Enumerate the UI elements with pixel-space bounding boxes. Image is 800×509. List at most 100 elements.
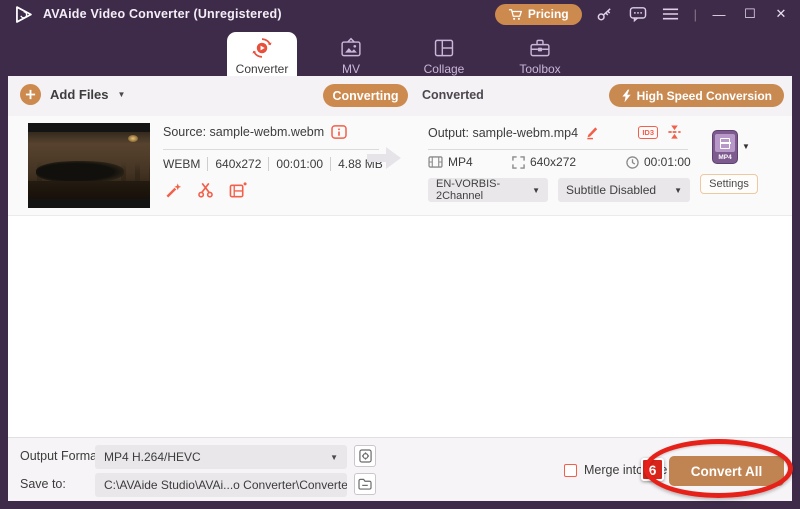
file-row: Source: sample-webm.webm WEBM 640x272 00… xyxy=(8,116,792,216)
gear-file-icon xyxy=(358,449,372,463)
save-to-dropdown[interactable]: C:\AVAide Studio\AVAi...o Converter\Conv… xyxy=(95,473,347,497)
convert-all-button[interactable]: Convert All xyxy=(669,456,784,486)
tab-toolbox[interactable]: Toolbox xyxy=(506,32,574,76)
titlebar-separator: | xyxy=(693,6,697,22)
source-metadata: WEBM 640x272 00:01:00 4.88 MB xyxy=(163,157,390,171)
compress-icon[interactable] xyxy=(667,124,682,140)
save-to-value: C:\AVAide Studio\AVAi...o Converter\Conv… xyxy=(104,478,347,492)
output-format-dropdown[interactable]: MP4 H.264/HEVC ▼ xyxy=(95,445,347,469)
rename-pencil-icon[interactable] xyxy=(585,125,600,140)
tab-collage[interactable]: Collage xyxy=(411,32,477,76)
folder-icon xyxy=(358,478,372,490)
cut-scissors-icon[interactable] xyxy=(197,182,214,199)
output-format-value: MP4 xyxy=(448,155,473,169)
app-window: AVAide Video Converter (Unregistered) Pr… xyxy=(0,0,800,509)
settings-label: Settings xyxy=(709,178,749,190)
converting-tab[interactable]: Converting xyxy=(323,84,408,107)
output-divider xyxy=(428,149,688,150)
pricing-button[interactable]: Pricing xyxy=(494,3,582,25)
output-resolution-value: 640x272 xyxy=(530,155,577,169)
output-duration-value: 00:01:00 xyxy=(644,155,691,169)
source-info: Source: sample-webm.webm WEBM 640x272 00… xyxy=(163,116,393,216)
menu-icon[interactable] xyxy=(661,4,681,24)
output-format-caret-icon: ▼ xyxy=(330,452,338,462)
converted-label: Converted xyxy=(422,88,484,102)
feedback-icon[interactable] xyxy=(628,4,648,24)
converter-toolbar: Add Files ▼ Converting Converted High Sp… xyxy=(8,76,792,116)
format-badge-label: MP4 xyxy=(718,154,732,161)
video-thumbnail xyxy=(28,123,150,208)
audio-track-dropdown[interactable]: EN-VORBIS-2Channel ▼ xyxy=(428,178,548,202)
source-filename: Source: sample-webm.webm xyxy=(163,125,325,139)
tab-mv[interactable]: MV xyxy=(320,32,382,76)
film-icon xyxy=(428,156,443,168)
titlebar-controls: Pricing | — ☐ ✕ xyxy=(494,0,790,28)
app-logo-icon xyxy=(16,5,32,23)
pricing-label: Pricing xyxy=(527,7,569,21)
audio-caret-icon: ▼ xyxy=(532,185,540,195)
minimize-button[interactable]: — xyxy=(710,7,728,22)
output-resolution-item: 640x272 xyxy=(512,155,576,169)
subtitle-value: Subtitle Disabled xyxy=(566,183,657,197)
maximize-button[interactable]: ☐ xyxy=(741,6,759,22)
meta-format: WEBM xyxy=(163,157,209,171)
converting-label: Converting xyxy=(332,88,399,103)
title-bar: AVAide Video Converter (Unregistered) Pr… xyxy=(0,0,800,28)
output-format-label: Output Format: xyxy=(20,449,105,463)
output-duration-item: 00:01:00 xyxy=(626,155,691,169)
enhance-video-icon[interactable] xyxy=(229,182,247,199)
output-format-item: MP4 xyxy=(428,155,473,169)
output-info: Output: sample-webm.mp4 ID3 MP4 640x272 … xyxy=(420,116,692,216)
tab-converter[interactable]: Converter xyxy=(227,32,297,76)
toolbox-icon xyxy=(530,39,550,57)
merge-checkbox[interactable] xyxy=(564,463,577,477)
thumbnail-art-bed xyxy=(36,161,124,183)
format-caret-icon[interactable]: ▼ xyxy=(742,142,750,151)
main-tab-bar: Converter MV Collage Toolbox xyxy=(0,28,800,76)
plus-icon xyxy=(20,84,41,105)
high-speed-label: High Speed Conversion xyxy=(636,88,772,103)
tab-mv-label: MV xyxy=(342,62,360,76)
tab-toolbox-label: Toolbox xyxy=(519,62,561,76)
collage-icon xyxy=(434,39,454,57)
close-button[interactable]: ✕ xyxy=(772,6,790,22)
add-files-caret-icon[interactable]: ▼ xyxy=(118,90,126,99)
file-list-empty-area xyxy=(8,217,792,437)
meta-resolution: 640x272 xyxy=(208,157,270,171)
register-key-icon[interactable] xyxy=(595,4,615,24)
info-icon[interactable] xyxy=(331,125,347,139)
arrow-right-icon xyxy=(366,146,402,170)
meta-duration: 00:01:00 xyxy=(269,157,332,171)
high-speed-conversion-button[interactable]: High Speed Conversion xyxy=(608,84,784,107)
cart-icon xyxy=(508,8,522,20)
content-area: Add Files ▼ Converting Converted High Sp… xyxy=(8,76,792,501)
edit-wand-icon[interactable] xyxy=(165,182,182,199)
audio-track-value: EN-VORBIS-2Channel xyxy=(436,178,501,202)
output-format-dropdown-value: MP4 H.264/HEVC xyxy=(104,450,201,464)
tab-converter-label: Converter xyxy=(235,62,289,76)
source-divider xyxy=(163,149,379,150)
id3-tag-icon[interactable]: ID3 xyxy=(638,125,658,139)
bottom-bar: Output Format: MP4 H.264/HEVC ▼ Save to:… xyxy=(8,437,792,501)
resolution-icon xyxy=(512,155,525,169)
thumbnail-art-floor xyxy=(28,181,150,199)
subtitle-caret-icon: ▼ xyxy=(674,185,682,195)
output-filename: Output: sample-webm.mp4 xyxy=(428,125,579,140)
clock-icon xyxy=(626,155,639,169)
converter-icon xyxy=(252,38,272,58)
save-to-label: Save to: xyxy=(20,477,66,491)
window-title: AVAide Video Converter (Unregistered) xyxy=(43,7,282,21)
browse-folder-button[interactable] xyxy=(354,473,376,495)
thumbnail-art-lamp xyxy=(128,135,138,142)
subtitle-dropdown[interactable]: Subtitle Disabled ▼ xyxy=(558,178,690,202)
settings-button[interactable]: Settings xyxy=(700,174,758,194)
step-badge: 6 xyxy=(641,458,664,481)
format-file-icon xyxy=(715,134,735,152)
lightning-icon xyxy=(622,89,631,102)
converted-tab[interactable]: Converted xyxy=(422,88,484,102)
mv-icon xyxy=(341,37,361,57)
format-settings-button[interactable] xyxy=(354,445,376,467)
add-files-button[interactable]: Add Files ▼ xyxy=(20,84,125,105)
add-files-label: Add Files xyxy=(50,87,109,102)
output-format-button[interactable]: MP4 xyxy=(712,130,738,164)
